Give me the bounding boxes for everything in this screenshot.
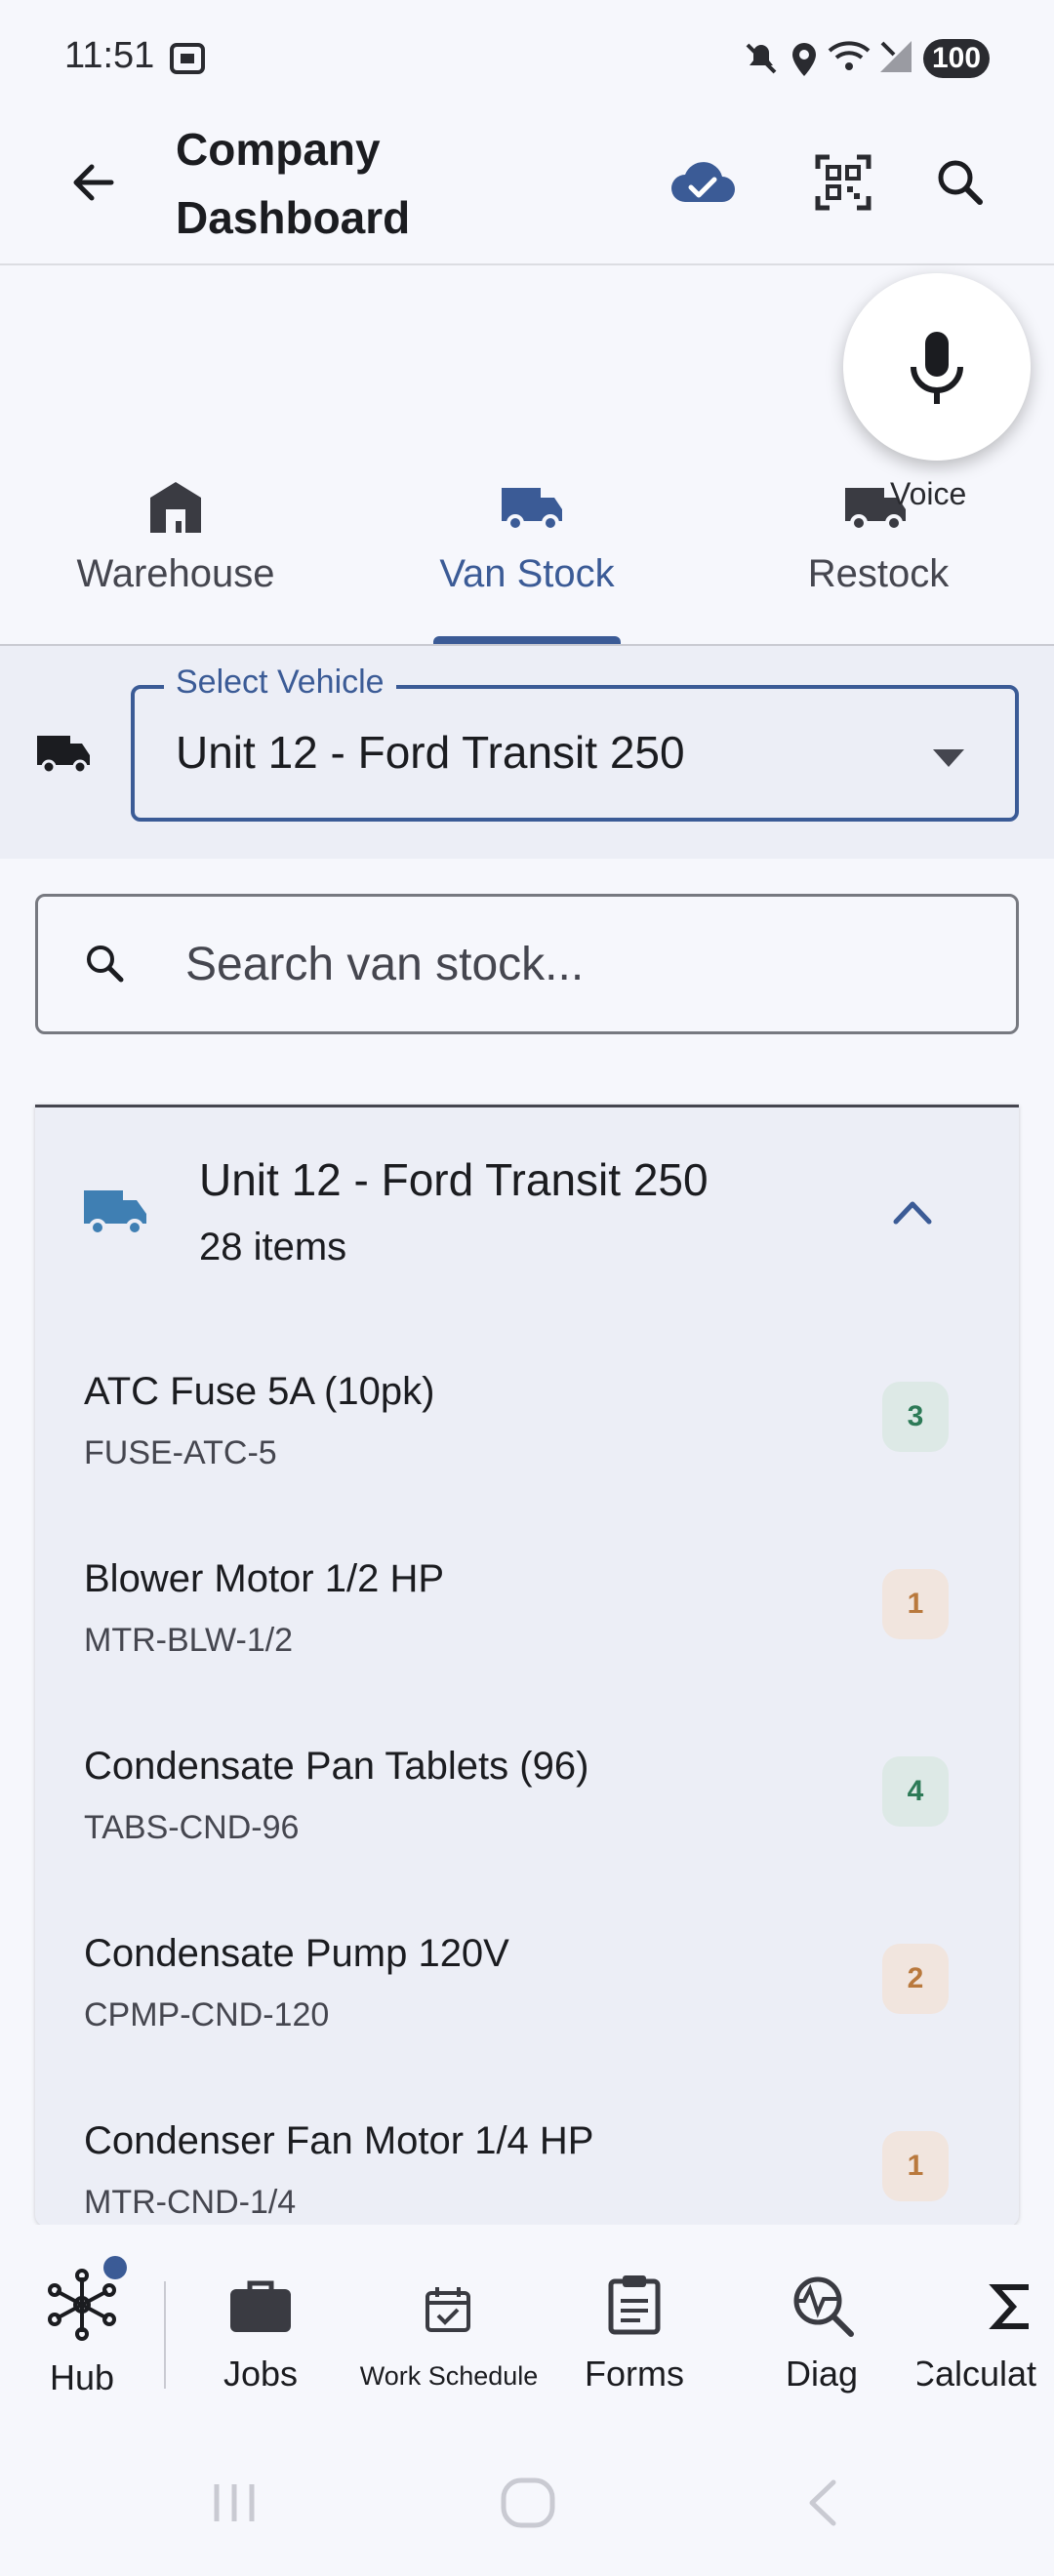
app-bar: Company Dashboard xyxy=(0,115,1054,265)
wifi-icon xyxy=(828,39,871,79)
status-time: 11:51 xyxy=(64,35,155,76)
item-name: Condenser Fan Motor 1/4 HP xyxy=(84,2119,594,2162)
tab-van-stock[interactable]: Van Stock xyxy=(351,468,703,644)
nav-forms[interactable]: Forms xyxy=(543,2225,726,2410)
briefcase-icon xyxy=(226,2277,295,2341)
tab-restock[interactable]: Restock xyxy=(703,468,1054,644)
list-item[interactable]: Blower Motor 1/2 HP MTR-BLW-1/2 1 xyxy=(35,1544,1019,1731)
warehouse-icon xyxy=(146,476,205,535)
sigma-icon xyxy=(988,2279,1034,2339)
diagnostics-icon xyxy=(789,2274,857,2343)
dropdown-caret-icon[interactable] xyxy=(933,749,964,767)
chevron-up-icon[interactable] xyxy=(888,1192,937,1236)
tab-warehouse[interactable]: Warehouse xyxy=(0,468,351,644)
back-button[interactable] xyxy=(55,144,133,222)
microphone-icon xyxy=(911,332,963,404)
signal-icon xyxy=(876,39,915,79)
vehicle-select-value: Unit 12 - Ford Transit 250 xyxy=(176,727,685,778)
battery-indicator: 100 xyxy=(923,39,990,78)
tab-label: Warehouse xyxy=(76,552,275,595)
tab-label: Van Stock xyxy=(439,552,615,595)
clipboard-icon xyxy=(605,2274,664,2341)
nav-jobs[interactable]: Jobs xyxy=(166,2225,355,2410)
item-name: Condensate Pump 120V xyxy=(84,1932,509,1975)
bottom-navigation: Hub Jobs Work Schedule Forms Diag Calcul… xyxy=(0,2225,1054,2439)
quantity-badge: 4 xyxy=(882,1756,949,1827)
sync-status-button[interactable] xyxy=(664,144,742,222)
quantity-badge: 1 xyxy=(882,1569,949,1639)
item-name: Condensate Pan Tablets (96) xyxy=(84,1745,589,1788)
mute-icon xyxy=(742,39,781,83)
arrow-back-icon xyxy=(73,164,114,200)
nav-label: Work Schedule xyxy=(359,2361,539,2391)
nav-label: Diag xyxy=(785,2354,859,2394)
back-nav-icon[interactable] xyxy=(802,2478,841,2532)
item-sku: MTR-BLW-1/2 xyxy=(84,1622,294,1659)
item-sku: TABS-CND-96 xyxy=(84,1809,300,1846)
list-item[interactable]: ATC Fuse 5A (10pk) FUSE-ATC-5 3 xyxy=(35,1356,1019,1544)
nav-hub[interactable]: Hub xyxy=(0,2225,164,2410)
nav-calculator[interactable]: Calculat xyxy=(917,2225,1054,2410)
nav-work-schedule[interactable]: Work Schedule xyxy=(355,2225,543,2410)
voice-label: Voice xyxy=(890,476,967,511)
screenshot-indicator-icon xyxy=(168,39,207,83)
item-name: ATC Fuse 5A (10pk) xyxy=(84,1370,435,1413)
notification-dot xyxy=(103,2256,127,2279)
item-sku: FUSE-ATC-5 xyxy=(84,1434,277,1471)
voice-button[interactable] xyxy=(843,273,1031,461)
nav-diag[interactable]: Diag xyxy=(726,2225,917,2410)
qr-scan-button[interactable] xyxy=(804,144,882,222)
search-button[interactable] xyxy=(921,144,999,222)
home-icon[interactable] xyxy=(500,2476,556,2534)
van-icon xyxy=(82,1185,150,1244)
quantity-badge: 3 xyxy=(882,1382,949,1452)
list-item[interactable]: Condenser Fan Motor 1/4 HP MTR-CND-1/4 1 xyxy=(35,2106,1019,2225)
nav-label: Jobs xyxy=(223,2354,299,2394)
qr-code-icon xyxy=(815,154,872,210)
quantity-badge: 1 xyxy=(882,2131,949,2201)
vehicle-truck-icon xyxy=(35,728,94,784)
page-title: Company Dashboard xyxy=(176,124,411,243)
item-sku: MTR-CND-1/4 xyxy=(84,2184,297,2221)
recents-icon[interactable] xyxy=(209,2478,260,2532)
status-bar: 11:51 100 xyxy=(0,0,1054,115)
van-card-title: Unit 12 - Ford Transit 250 xyxy=(199,1154,709,1205)
vehicle-select-label: Select Vehicle xyxy=(164,664,396,702)
quantity-badge: 2 xyxy=(882,1944,949,2014)
nav-label: Hub xyxy=(49,2357,115,2397)
cloud-done-icon xyxy=(671,161,735,202)
van-card-item-count: 28 items xyxy=(199,1226,347,1268)
nav-label: Forms xyxy=(585,2354,684,2394)
search-input[interactable] xyxy=(185,927,966,1001)
location-icon xyxy=(787,39,822,83)
system-navigation-bar xyxy=(0,2439,1054,2576)
list-item[interactable]: Condensate Pan Tablets (96) TABS-CND-96 … xyxy=(35,1731,1019,1918)
search-icon xyxy=(938,160,983,205)
item-name: Blower Motor 1/2 HP xyxy=(84,1557,445,1600)
calendar-check-icon xyxy=(424,2285,472,2339)
nav-label: Calculat xyxy=(917,2354,1037,2394)
van-icon xyxy=(498,476,562,535)
search-icon xyxy=(80,939,129,992)
item-sku: CPMP-CND-120 xyxy=(84,1996,330,2033)
tab-label: Restock xyxy=(807,552,950,595)
list-item[interactable]: Condensate Pump 120V CPMP-CND-120 2 xyxy=(35,1918,1019,2106)
